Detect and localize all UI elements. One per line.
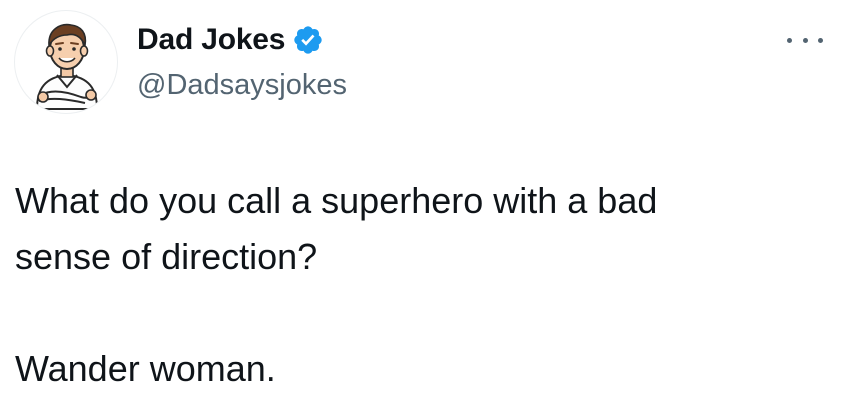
cartoon-man-avatar-icon [35,23,99,110]
more-options-icon[interactable] [787,30,823,50]
tweet-card: Dad Jokes @Dadsaysjokes What do you call… [0,0,845,403]
avatar[interactable] [14,10,118,114]
dot [818,37,823,43]
tweet-punchline: Wander woman. [15,341,815,397]
dot [802,37,808,43]
display-name[interactable]: Dad Jokes [137,20,285,60]
tweet-setup-line-1: What do you call a superhero with a bad [15,180,658,221]
dot [787,37,792,43]
tweet-setup: What do you call a superhero with a bad … [15,173,815,285]
display-name-row: Dad Jokes [137,20,324,60]
verified-badge-icon [294,26,322,54]
tweet-text: What do you call a superhero with a bad … [15,173,815,397]
tweet-setup-line-2: sense of direction? [15,236,318,277]
tweet-punchline-text: Wander woman. [15,348,276,389]
account-handle[interactable]: @Dadsaysjokes [137,66,347,104]
